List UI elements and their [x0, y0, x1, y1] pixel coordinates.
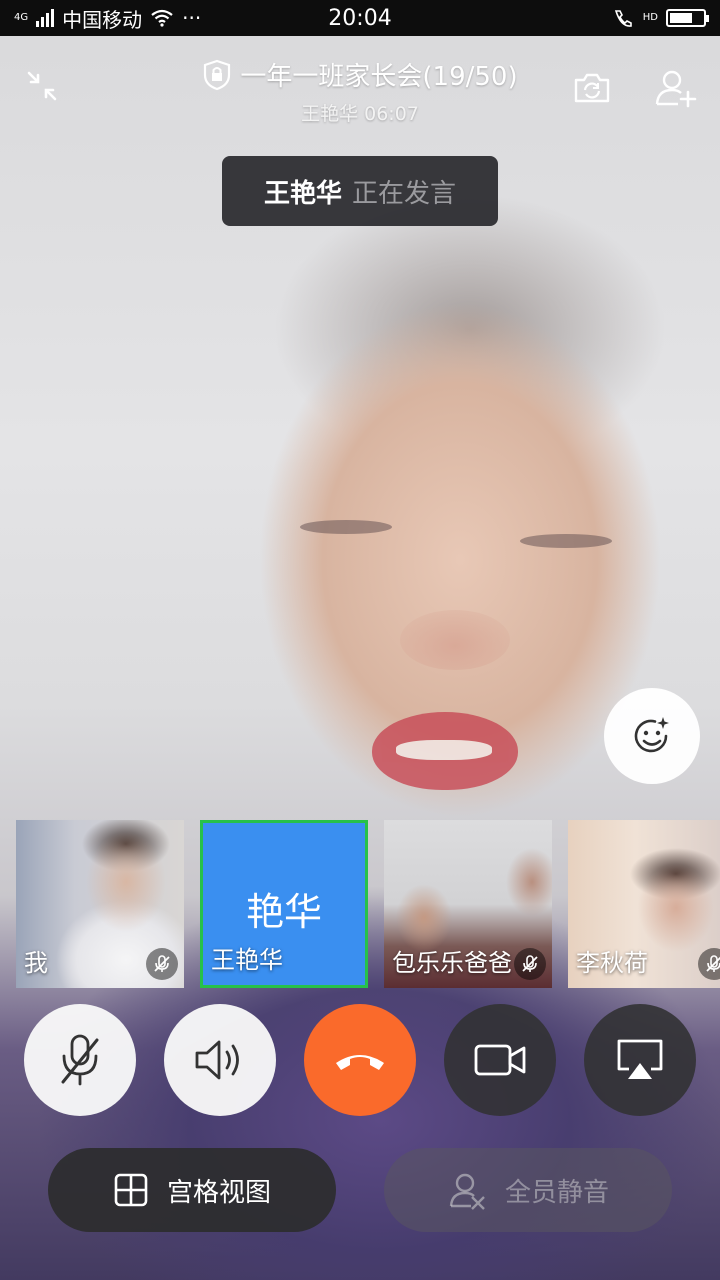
active-speaker-toast: 王艳华 正在发言 [222, 156, 498, 226]
signal-icon [36, 9, 55, 27]
switch-camera-icon [574, 73, 610, 103]
screen-share-icon [617, 1039, 663, 1079]
carrier-name: 中国移动 [62, 7, 143, 32]
grid-view-label: 宫格视图 [166, 1177, 271, 1208]
more-indicator: ··· [182, 6, 202, 30]
mute-all-icon [449, 1173, 485, 1210]
speaker-name: 王艳华 [263, 178, 342, 209]
hd-call-icon [614, 10, 632, 27]
battery-icon [666, 9, 709, 27]
meeting-title: 一年一班家长会(19/50) [240, 62, 518, 92]
face-effects-button[interactable] [604, 688, 700, 784]
participant-tile-active[interactable]: 艳华 王艳华 [200, 820, 368, 988]
mic-off-icon [61, 1034, 99, 1086]
participant-tile[interactable]: 包乐乐爸爸 [384, 820, 552, 988]
mute-all-button[interactable]: 全员静音 [384, 1148, 672, 1232]
mic-muted-icon [698, 948, 720, 980]
status-bar: 4G 中国移动 ··· 20:04 HD [0, 0, 720, 36]
switch-camera-button[interactable] [570, 68, 614, 108]
hangup-icon [336, 1055, 384, 1070]
participant-strip[interactable]: 我 艳华 王艳华 包乐乐爸爸 李秋荷 [0, 820, 720, 988]
mic-muted-icon [514, 948, 546, 980]
mic-toggle-button[interactable] [24, 1004, 136, 1116]
clock: 20:04 [328, 5, 392, 31]
participant-tile[interactable]: 李秋荷 [568, 820, 720, 988]
speaker-icon [195, 1040, 239, 1080]
mic-muted-icon [146, 948, 178, 980]
meeting-header: 一年一班家长会(19/50) 王艳华 06:07 [0, 36, 720, 136]
speaker-toggle-button[interactable] [164, 1004, 276, 1116]
add-member-button[interactable] [652, 66, 700, 110]
participant-name: 李秋荷 [576, 949, 648, 977]
participant-tile[interactable]: 我 [16, 820, 184, 988]
camera-toggle-button[interactable] [444, 1004, 556, 1116]
grid-icon [114, 1173, 148, 1207]
video-feature [372, 712, 518, 790]
lock-icon [204, 59, 231, 90]
video-feature [400, 610, 510, 670]
mute-all-label: 全员静音 [504, 1177, 609, 1208]
participant-name: 我 [24, 949, 48, 977]
participant-name: 包乐乐爸爸 [392, 949, 512, 977]
call-controls [0, 1004, 720, 1116]
participant-name: 王艳华 [211, 946, 283, 974]
speaker-state: 正在发言 [352, 178, 457, 209]
camera-icon [474, 1044, 526, 1076]
minimize-button[interactable] [22, 66, 62, 106]
network-type: 4G [14, 12, 29, 23]
video-feature [300, 520, 392, 534]
hangup-button[interactable] [304, 1004, 416, 1116]
meeting-subtitle: 王艳华 06:07 [301, 102, 419, 125]
hd-label: HD [642, 12, 658, 23]
add-member-icon [655, 70, 697, 108]
wifi-icon [151, 9, 173, 27]
video-feature [520, 534, 612, 548]
participant-avatar-text: 艳华 [245, 890, 322, 934]
grid-view-button[interactable]: 宫格视图 [48, 1148, 336, 1232]
minimize-icon [27, 71, 57, 101]
screen-share-button[interactable] [584, 1004, 696, 1116]
face-effects-icon [634, 717, 669, 753]
